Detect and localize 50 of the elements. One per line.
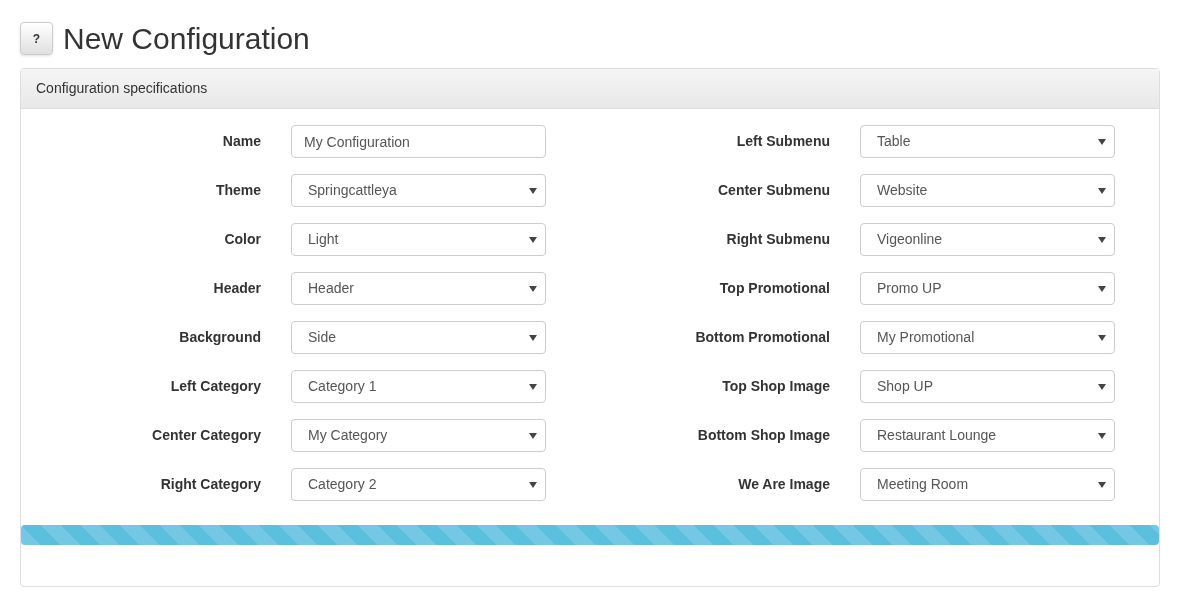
- field-label: Header: [212, 279, 262, 298]
- caret-icon: [529, 236, 537, 243]
- select-dropdown[interactable]: Vigeonline: [860, 223, 1115, 256]
- caret-icon: [529, 334, 537, 341]
- field-label: Bottom Shop Image: [696, 426, 831, 445]
- select-dropdown[interactable]: Table: [860, 125, 1115, 158]
- caret-icon: [1098, 187, 1106, 194]
- field-label: We Are Image: [737, 475, 831, 494]
- select-dropdown[interactable]: My Category: [291, 419, 546, 452]
- page-title: New Configuration: [63, 23, 310, 54]
- field-label: Name: [221, 132, 262, 151]
- text-input[interactable]: My Configuration: [291, 125, 546, 158]
- caret-icon: [529, 383, 537, 390]
- panel-heading: Configuration specifications: [36, 79, 208, 98]
- caret-icon: [1098, 481, 1106, 488]
- field-label: Right Category: [159, 475, 262, 494]
- field-label: Theme: [214, 181, 262, 200]
- field-label: Top Shop Image: [721, 377, 831, 396]
- field-label: Center Submenu: [717, 181, 831, 200]
- field-label: Top Promotional: [718, 279, 831, 298]
- caret-icon: [1098, 236, 1106, 243]
- help-button[interactable]: ?: [20, 22, 53, 55]
- caret-icon: [529, 285, 537, 292]
- caret-icon: [1098, 432, 1106, 439]
- field-label: Color: [223, 230, 262, 249]
- select-dropdown[interactable]: Springcattleya: [291, 174, 546, 207]
- field-label: Left Category: [169, 377, 262, 396]
- caret-icon: [1098, 334, 1106, 341]
- select-dropdown[interactable]: Meeting Room: [860, 468, 1115, 501]
- field-label: Right Submenu: [725, 230, 831, 249]
- select-dropdown[interactable]: Header: [291, 272, 546, 305]
- caret-icon: [529, 481, 537, 488]
- select-dropdown[interactable]: My Promotional: [860, 321, 1115, 354]
- caret-icon: [1098, 383, 1106, 390]
- select-dropdown[interactable]: Light: [291, 223, 546, 256]
- field-label: Left Submenu: [735, 132, 831, 151]
- select-dropdown[interactable]: Promo UP: [860, 272, 1115, 305]
- select-dropdown[interactable]: Category 2: [291, 468, 546, 501]
- select-dropdown[interactable]: Shop UP: [860, 370, 1115, 403]
- field-label: Bottom Promotional: [694, 328, 831, 347]
- caret-icon: [529, 187, 537, 194]
- caret-icon: [529, 432, 537, 439]
- select-dropdown[interactable]: Category 1: [291, 370, 546, 403]
- select-dropdown[interactable]: Restaurant Lounge: [860, 419, 1115, 452]
- field-label: Center Category: [151, 426, 262, 445]
- caret-icon: [1098, 138, 1106, 145]
- caret-icon: [1098, 285, 1106, 292]
- select-dropdown[interactable]: Website: [860, 174, 1115, 207]
- field-label: Background: [178, 328, 262, 347]
- select-dropdown[interactable]: Side: [291, 321, 546, 354]
